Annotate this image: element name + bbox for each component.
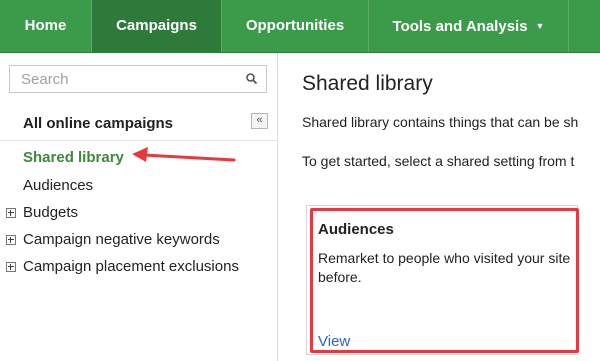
tab-opportunities-label: Opportunities [245,17,345,34]
expand-negative-keywords-icon[interactable] [6,235,16,245]
sidebar-item-shared-library[interactable]: Shared library [23,149,124,166]
tab-campaigns-label: Campaigns [116,17,197,34]
sidebar: Search All online campaigns « Shared lib… [0,53,278,361]
annotation-arrow-icon [132,147,236,162]
sidebar-item-campaign-negative-keywords[interactable]: Campaign negative keywords [23,231,220,248]
page-title: Shared library [302,72,433,95]
tab-campaigns[interactable]: Campaigns [92,0,222,52]
card-title: Audiences [318,221,394,238]
search-placeholder: Search [21,71,69,88]
sidebar-divider [0,140,277,141]
top-navigation: Home Campaigns Opportunities Tools and A… [0,0,600,53]
card-description: Remarket to people who visited your site… [318,250,571,285]
collapse-sidebar-button[interactable]: « [251,113,268,129]
sidebar-item-campaign-placement-exclusions[interactable]: Campaign placement exclusions [23,258,239,275]
tab-opportunities[interactable]: Opportunities [222,0,369,52]
page-instruction: To get started, select a shared setting … [302,153,575,169]
page-description: Shared library contains things that can … [302,114,579,130]
search-icon[interactable] [244,71,260,87]
view-audiences-link[interactable]: View [318,333,350,350]
sidebar-item-audiences[interactable]: Audiences [23,177,93,194]
expand-budgets-icon[interactable] [6,208,16,218]
search-input[interactable]: Search [9,65,267,93]
sidebar-item-budgets[interactable]: Budgets [23,204,78,221]
tab-tools-label: Tools and Analysis [392,18,528,35]
dropdown-caret-icon: ▼ [535,21,545,31]
expand-placement-exclusions-icon[interactable] [6,262,16,272]
tab-home[interactable]: Home [0,0,92,52]
all-online-campaigns-link[interactable]: All online campaigns [23,115,173,132]
tab-overflow[interactable] [569,0,600,52]
tab-home-label: Home [24,17,67,34]
tab-tools-and-analysis[interactable]: Tools and Analysis ▼ [369,0,569,52]
